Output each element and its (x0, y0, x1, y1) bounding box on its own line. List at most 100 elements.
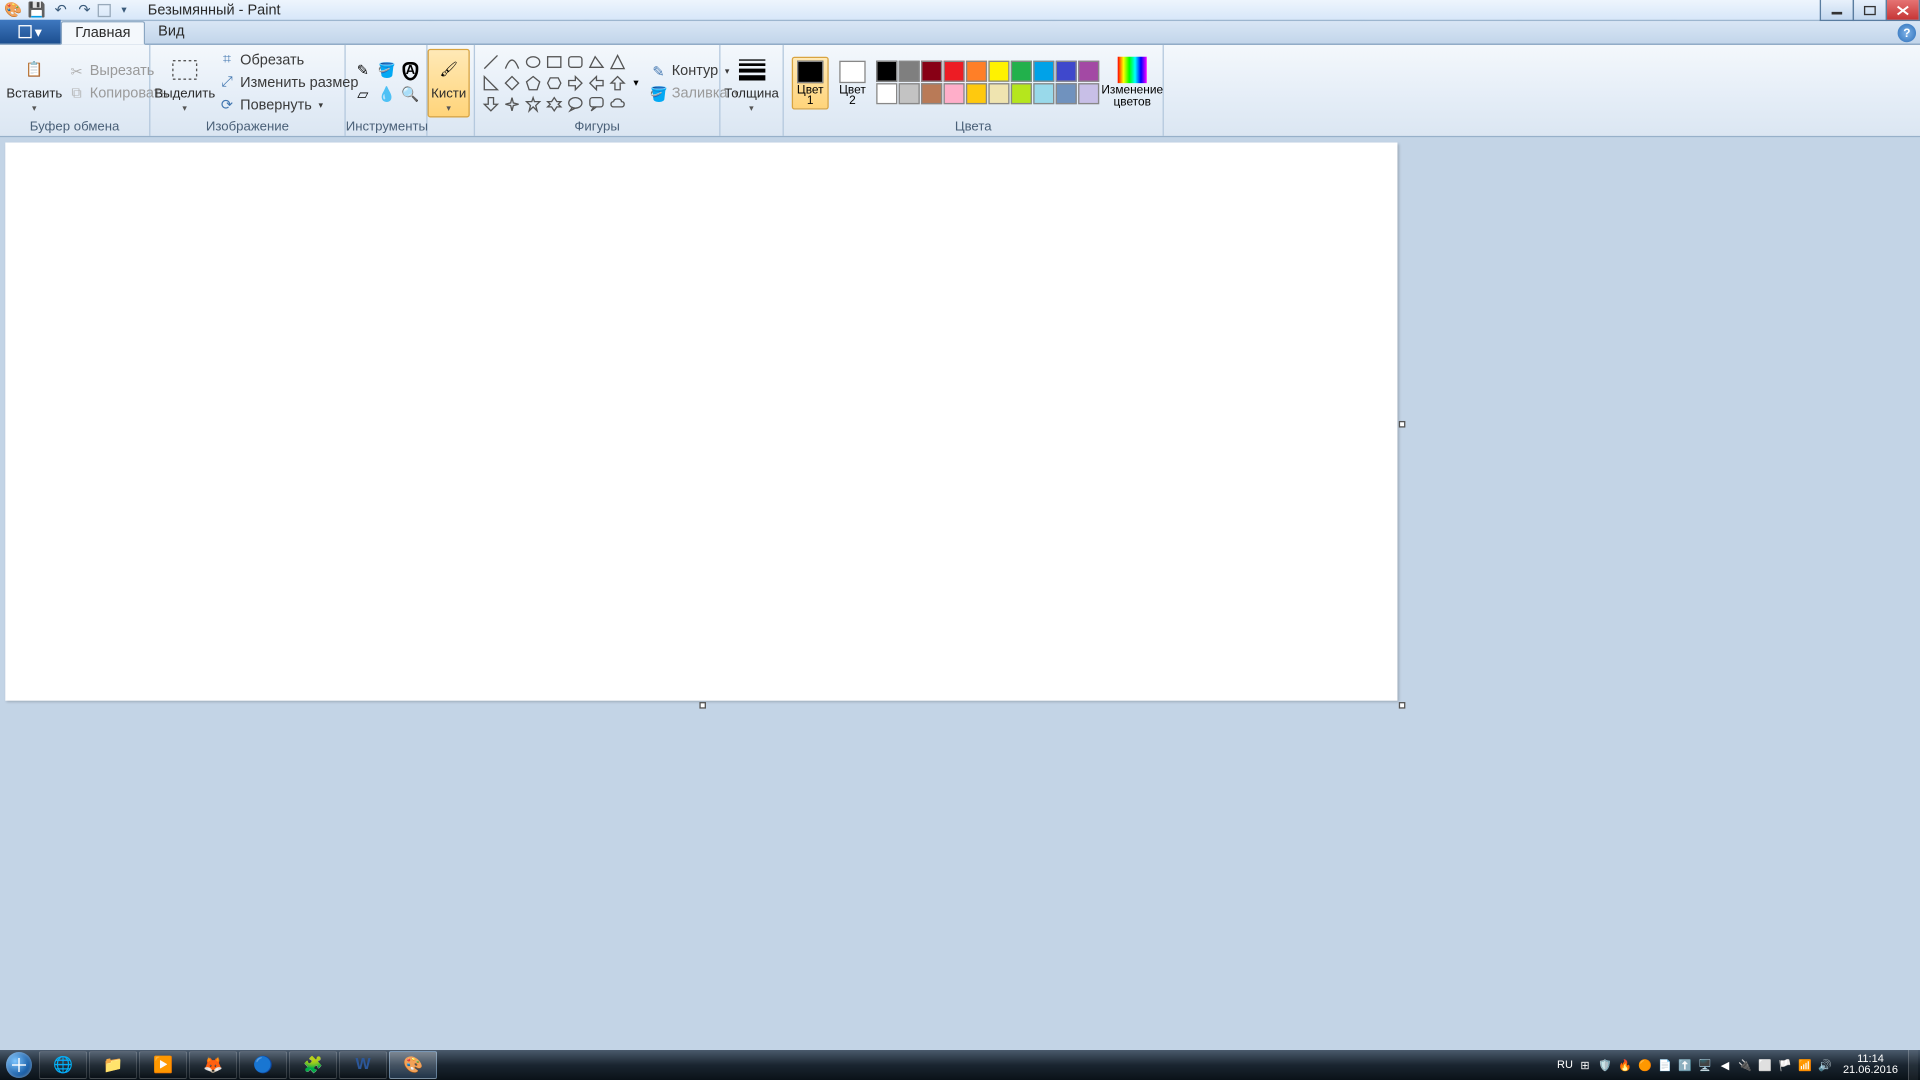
shape-triangle[interactable] (607, 51, 628, 72)
help-icon[interactable]: ? (1898, 24, 1916, 42)
shapes-gallery[interactable] (480, 51, 628, 114)
tray-lang[interactable]: RU (1557, 1059, 1573, 1071)
color1-button[interactable]: Цвет 1 (792, 56, 829, 109)
select-button[interactable]: Выделить ▾ (156, 49, 214, 115)
shape-6star[interactable] (544, 93, 565, 114)
tray-volume-icon[interactable]: 🔊 (1817, 1057, 1833, 1073)
palette-color[interactable] (1033, 61, 1054, 82)
tab-view[interactable]: Вид (145, 20, 198, 44)
shape-line[interactable] (480, 51, 501, 72)
taskbar-paint[interactable]: 🎨 (389, 1051, 437, 1079)
taskbar-ie[interactable]: 🌐 (39, 1051, 87, 1079)
tray-network-icon[interactable]: 📶 (1797, 1057, 1813, 1073)
magnifier-tool[interactable]: 🔍 (399, 82, 423, 106)
palette-color[interactable] (1011, 61, 1032, 82)
shape-arrow-right[interactable] (565, 72, 586, 93)
tray-icon[interactable]: ⬆️ (1677, 1057, 1693, 1073)
tray-icon[interactable]: ◀ (1717, 1057, 1733, 1073)
undo-icon[interactable]: ↶ (50, 1, 71, 19)
tray-icon[interactable]: 🔌 (1737, 1057, 1753, 1073)
palette-color[interactable] (966, 61, 987, 82)
palette-color[interactable] (1078, 83, 1099, 104)
shape-diamond[interactable] (501, 72, 522, 93)
tray-icon[interactable]: 🖥️ (1697, 1057, 1713, 1073)
file-menu-button[interactable]: ▾ (0, 20, 61, 44)
tray-icon[interactable]: 🟠 (1637, 1057, 1653, 1073)
rotate-button[interactable]: ⟳Повернуть▾ (214, 94, 363, 116)
canvas[interactable] (5, 143, 1397, 701)
shape-callout-round[interactable] (565, 93, 586, 114)
shape-roundrect[interactable] (565, 51, 586, 72)
shape-arrow-up[interactable] (607, 72, 628, 93)
maximize-button[interactable] (1853, 0, 1887, 21)
palette-color[interactable] (1011, 83, 1032, 104)
taskbar-media[interactable]: ▶️ (139, 1051, 187, 1079)
shape-rect[interactable] (544, 51, 565, 72)
tab-home[interactable]: Главная (61, 21, 145, 45)
palette-color[interactable] (921, 61, 942, 82)
pencil-tool[interactable]: ✎ (351, 59, 375, 83)
taskbar-app1[interactable]: 🧩 (289, 1051, 337, 1079)
shapes-more-icon[interactable]: ▾ (632, 75, 640, 90)
palette-color[interactable] (1056, 83, 1077, 104)
brushes-button[interactable]: 🖌 Кисти ▾ (428, 48, 470, 117)
qat-customize-icon[interactable] (98, 3, 111, 16)
shape-arrow-left[interactable] (586, 72, 607, 93)
close-button[interactable] (1886, 0, 1920, 21)
qat-dropdown-icon[interactable]: ▾ (113, 1, 134, 19)
redo-icon[interactable]: ↷ (74, 1, 95, 19)
tray-icon[interactable]: 🛡️ (1597, 1057, 1613, 1073)
text-tool[interactable]: A (399, 59, 423, 83)
taskbar-firefox[interactable]: 🦊 (189, 1051, 237, 1079)
shape-5star[interactable] (523, 93, 544, 114)
color2-button[interactable]: Цвет 2 (834, 56, 871, 109)
shape-hexagon[interactable] (544, 72, 565, 93)
palette-color[interactable] (876, 83, 897, 104)
fill-tool[interactable]: 🪣 (375, 59, 399, 83)
palette-color[interactable] (899, 83, 920, 104)
shape-right-triangle[interactable] (480, 72, 501, 93)
palette-color[interactable] (944, 83, 965, 104)
taskbar-chrome[interactable]: 🔵 (239, 1051, 287, 1079)
palette-color[interactable] (966, 83, 987, 104)
picker-tool[interactable]: 💧 (375, 82, 399, 106)
palette-color[interactable] (988, 83, 1009, 104)
crop-button[interactable]: ⌗Обрезать (214, 49, 363, 71)
minimize-button[interactable] (1820, 0, 1854, 21)
start-button[interactable] (0, 1050, 38, 1080)
tray-icon[interactable]: 🔥 (1617, 1057, 1633, 1073)
tray-clock[interactable]: 11:14 21.06.2016 (1837, 1054, 1904, 1076)
size-button[interactable]: Толщина ▾ (722, 49, 780, 115)
shape-4star[interactable] (501, 93, 522, 114)
resize-handle-east[interactable] (1399, 421, 1406, 428)
edit-colors-button[interactable]: Изменение цветов (1102, 54, 1163, 111)
resize-handle-south[interactable] (699, 702, 706, 709)
shape-callout-cloud[interactable] (607, 93, 628, 114)
shape-pentagon[interactable] (523, 72, 544, 93)
save-icon[interactable]: 💾 (26, 1, 47, 19)
tray-icon[interactable]: 📄 (1657, 1057, 1673, 1073)
tray-icon[interactable]: ⬜ (1757, 1057, 1773, 1073)
show-desktop-button[interactable] (1908, 1050, 1918, 1080)
palette-color[interactable] (899, 61, 920, 82)
palette-color[interactable] (876, 61, 897, 82)
resize-handle-southeast[interactable] (1399, 702, 1406, 709)
shape-callout-rect[interactable] (586, 93, 607, 114)
taskbar-explorer[interactable]: 📁 (89, 1051, 137, 1079)
shape-arrow-down[interactable] (480, 93, 501, 114)
shape-polygon[interactable] (586, 51, 607, 72)
eraser-tool[interactable]: ▱ (351, 82, 375, 106)
resize-button[interactable]: ⤢Изменить размер (214, 71, 363, 93)
palette-color[interactable] (1033, 83, 1054, 104)
taskbar-word[interactable]: W (339, 1051, 387, 1079)
palette-color[interactable] (1078, 61, 1099, 82)
paste-button[interactable]: 📋 Вставить ▾ (5, 49, 63, 115)
tray-action-center-icon[interactable]: 🏳️ (1777, 1057, 1793, 1073)
palette-color[interactable] (988, 61, 1009, 82)
shape-oval[interactable] (523, 51, 544, 72)
palette-color[interactable] (921, 83, 942, 104)
palette-color[interactable] (944, 61, 965, 82)
palette-color[interactable] (1056, 61, 1077, 82)
shape-curve[interactable] (501, 51, 522, 72)
tray-icon[interactable]: ⊞ (1577, 1057, 1593, 1073)
